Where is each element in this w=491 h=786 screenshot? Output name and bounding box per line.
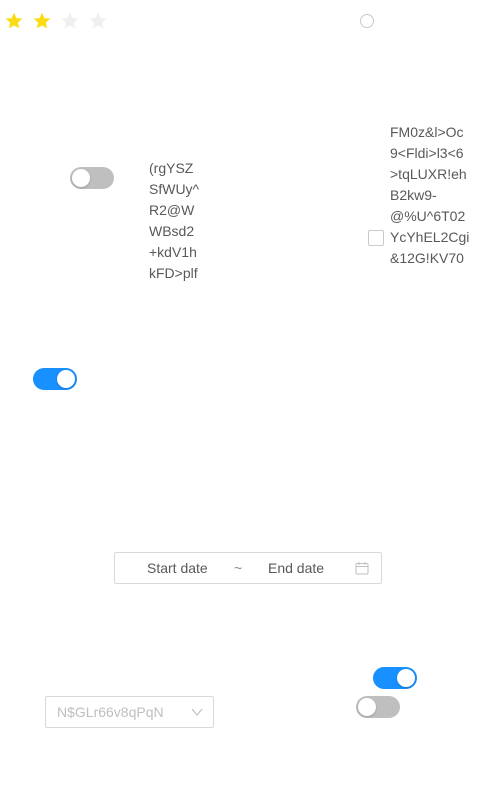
switch-knob <box>397 669 415 687</box>
star-icon[interactable] <box>84 8 112 34</box>
switch-knob <box>57 370 75 388</box>
chevron-down-icon <box>191 708 203 716</box>
calendar-icon <box>355 562 369 575</box>
star-rating[interactable] <box>0 8 112 34</box>
radio-button[interactable] <box>360 14 374 28</box>
star-icon[interactable] <box>0 8 28 34</box>
end-date-input[interactable]: End date <box>268 553 324 583</box>
star-icon[interactable] <box>28 8 56 34</box>
switch-knob <box>358 698 376 716</box>
toggle-switch-4[interactable] <box>356 696 400 718</box>
star-icon[interactable] <box>56 8 84 34</box>
select-dropdown[interactable]: N$GLr66v8qPqN <box>45 696 214 728</box>
toggle-switch-1[interactable] <box>70 167 114 189</box>
toggle-switch-3[interactable] <box>373 667 417 689</box>
text-block-left: (rgYSZ SfWUy^ R2@W WBsd2 +kdV1h kFD>plf <box>149 160 200 281</box>
range-separator: ~ <box>234 560 243 576</box>
toggle-switch-2[interactable] <box>33 368 77 390</box>
text-block-right: FM0z&l>Oc 9<Fldi>l3<6 >tqLUXR!eh B2kw9- … <box>390 124 470 266</box>
select-placeholder: N$GLr66v8qPqN <box>57 704 164 720</box>
date-range-picker[interactable]: Start date ~ End date <box>114 552 382 584</box>
start-date-input[interactable]: Start date <box>147 553 208 583</box>
switch-knob <box>72 169 90 187</box>
checkbox[interactable] <box>368 230 384 246</box>
